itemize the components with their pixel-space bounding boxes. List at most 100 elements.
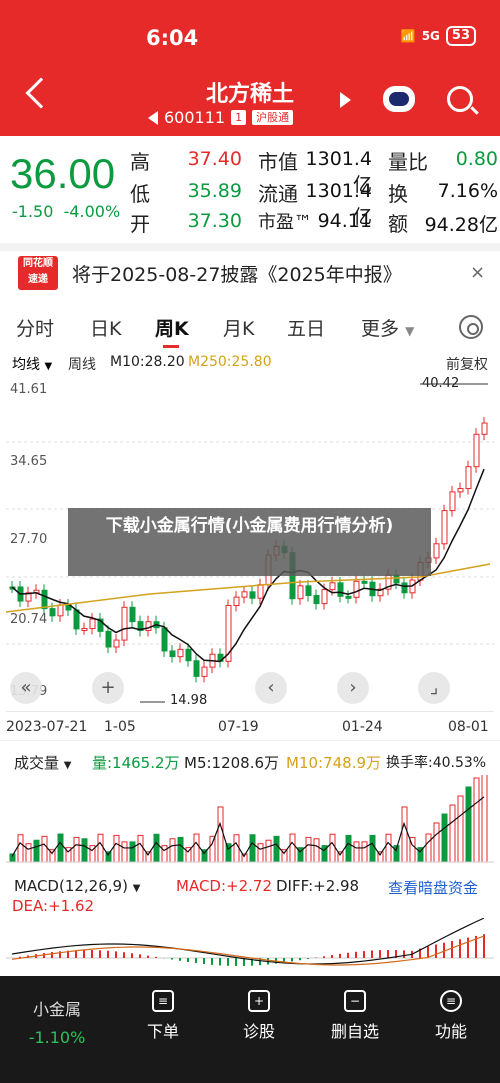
volume-bar xyxy=(273,835,280,863)
volume-bar xyxy=(289,833,296,863)
volume-bar xyxy=(385,833,392,863)
candle xyxy=(41,589,48,610)
menu-icon: ≡ xyxy=(440,990,462,1012)
macd-bar xyxy=(459,939,461,958)
candle xyxy=(89,618,96,629)
search-icon[interactable] xyxy=(447,86,473,112)
close-icon[interactable]: × xyxy=(470,262,485,283)
macd-bar xyxy=(171,958,173,960)
volume-bar xyxy=(41,835,48,863)
status-icons: 📶 5G 53 xyxy=(401,26,476,46)
volume-bar xyxy=(401,806,408,863)
volume-bar xyxy=(57,833,64,863)
macd-bar xyxy=(427,946,429,958)
volume-selector[interactable]: 成交量 ▼ xyxy=(14,752,72,773)
bottom-toolbar: 小金属 -1.10% ≡ 下单 + 诊股 − 删自选 ≡ 功能 xyxy=(0,976,500,1083)
next-stock-icon[interactable] xyxy=(340,92,351,108)
y-tick: 34.65 xyxy=(10,454,48,469)
volume-bar xyxy=(433,822,440,863)
tab-daily-k[interactable]: 日K xyxy=(90,314,121,341)
volume-bar xyxy=(481,775,488,863)
ad-banner[interactable]: 下载小金属行情(小金属费用行情分析) xyxy=(68,508,431,576)
shrink-icon[interactable]: « xyxy=(10,672,42,704)
amount-value: 94.28亿 xyxy=(424,214,498,236)
candle xyxy=(433,543,440,559)
tab-five-day[interactable]: 五日 xyxy=(287,314,325,341)
volume-bar xyxy=(169,838,176,863)
candle xyxy=(73,609,80,630)
date-label: 08-01 xyxy=(448,719,489,735)
high-value: 37.40 xyxy=(187,148,242,170)
date-label: 2023-07-21 xyxy=(6,719,88,735)
remove-watchlist-button[interactable]: − 删自选 xyxy=(310,990,400,1042)
volume-bar xyxy=(441,813,448,863)
sector-item[interactable]: 小金属 -1.10% xyxy=(12,996,102,1047)
scroll-right-icon[interactable]: › xyxy=(337,672,369,704)
order-button[interactable]: ≡ 下单 xyxy=(118,990,208,1042)
candle xyxy=(249,591,256,599)
macd-bar xyxy=(347,952,349,958)
candle xyxy=(257,584,264,599)
y-tick: 20.74 xyxy=(10,612,48,627)
candle xyxy=(193,660,200,677)
candle xyxy=(241,591,248,598)
candle xyxy=(145,621,152,631)
volume-bar xyxy=(25,843,32,863)
macd-bar xyxy=(211,958,213,965)
macd-bar xyxy=(451,940,453,958)
news-headline[interactable]: 将于2025-08-27披露《2025年中报》 xyxy=(72,260,402,287)
candle xyxy=(233,596,240,607)
assistant-robot-icon[interactable] xyxy=(383,86,415,112)
volume-chart xyxy=(6,775,494,863)
volume-bar xyxy=(265,839,272,863)
tab-weekly-k[interactable]: 周K xyxy=(155,314,189,341)
candle xyxy=(305,585,312,596)
volume-bar xyxy=(305,836,312,863)
functions-button[interactable]: ≡ 功能 xyxy=(406,990,496,1042)
candle xyxy=(121,606,128,641)
candle xyxy=(337,582,344,597)
diagnose-button[interactable]: + 诊股 xyxy=(214,990,304,1042)
candle xyxy=(353,580,360,598)
volume-bar xyxy=(473,777,480,863)
macd-bar xyxy=(371,950,373,958)
macd-bar xyxy=(131,953,133,958)
candle xyxy=(481,422,488,435)
settings-icon[interactable] xyxy=(459,315,483,339)
divider xyxy=(0,740,500,741)
volume-bar xyxy=(113,834,120,863)
macd-bar xyxy=(139,954,141,958)
amount-label: 额 xyxy=(388,212,408,236)
volume-bar xyxy=(137,834,144,863)
turnover-label: 换 xyxy=(388,182,408,206)
fullscreen-icon[interactable]: ⌟ xyxy=(418,672,450,704)
tab-monthly-k[interactable]: 月K xyxy=(223,314,254,341)
zoom-in-icon[interactable]: + xyxy=(92,672,124,704)
turnover-value: 7.16% xyxy=(437,180,498,202)
candle xyxy=(49,608,56,617)
adjust-label[interactable]: 前复权 xyxy=(446,354,488,374)
macd-selector[interactable]: MACD(12,26,9) ▼ xyxy=(14,877,140,895)
macd-bar xyxy=(355,951,357,958)
tab-timeshare[interactable]: 分时 xyxy=(16,314,54,341)
macd-bar xyxy=(91,950,93,958)
prev-stock-icon[interactable] xyxy=(148,110,158,125)
volratio-value: 0.80 xyxy=(455,148,498,170)
app-header: 6:04 📶 5G 53 北方稀土 600111 1 沪股通 xyxy=(0,0,500,136)
order-icon: ≡ xyxy=(152,990,174,1012)
min-price-label: 14.98 xyxy=(170,693,208,708)
volume-bar xyxy=(97,833,104,863)
candle xyxy=(113,639,120,648)
dark-pool-link[interactable]: 查看暗盘资金 xyxy=(388,877,478,898)
volume-bar xyxy=(209,835,216,863)
candle xyxy=(321,589,328,605)
ma-selector[interactable]: 均线 ▼ xyxy=(12,354,52,374)
scroll-left-icon[interactable]: ‹ xyxy=(255,672,287,704)
wifi-icon: 📶 xyxy=(400,29,416,43)
tab-more[interactable]: 更多 ▼ xyxy=(361,314,414,341)
candle xyxy=(345,595,352,599)
volume-bar xyxy=(193,833,200,863)
ma250-label: M250:25.80 xyxy=(188,354,272,370)
candle xyxy=(313,594,320,605)
volume-bar xyxy=(217,806,224,863)
